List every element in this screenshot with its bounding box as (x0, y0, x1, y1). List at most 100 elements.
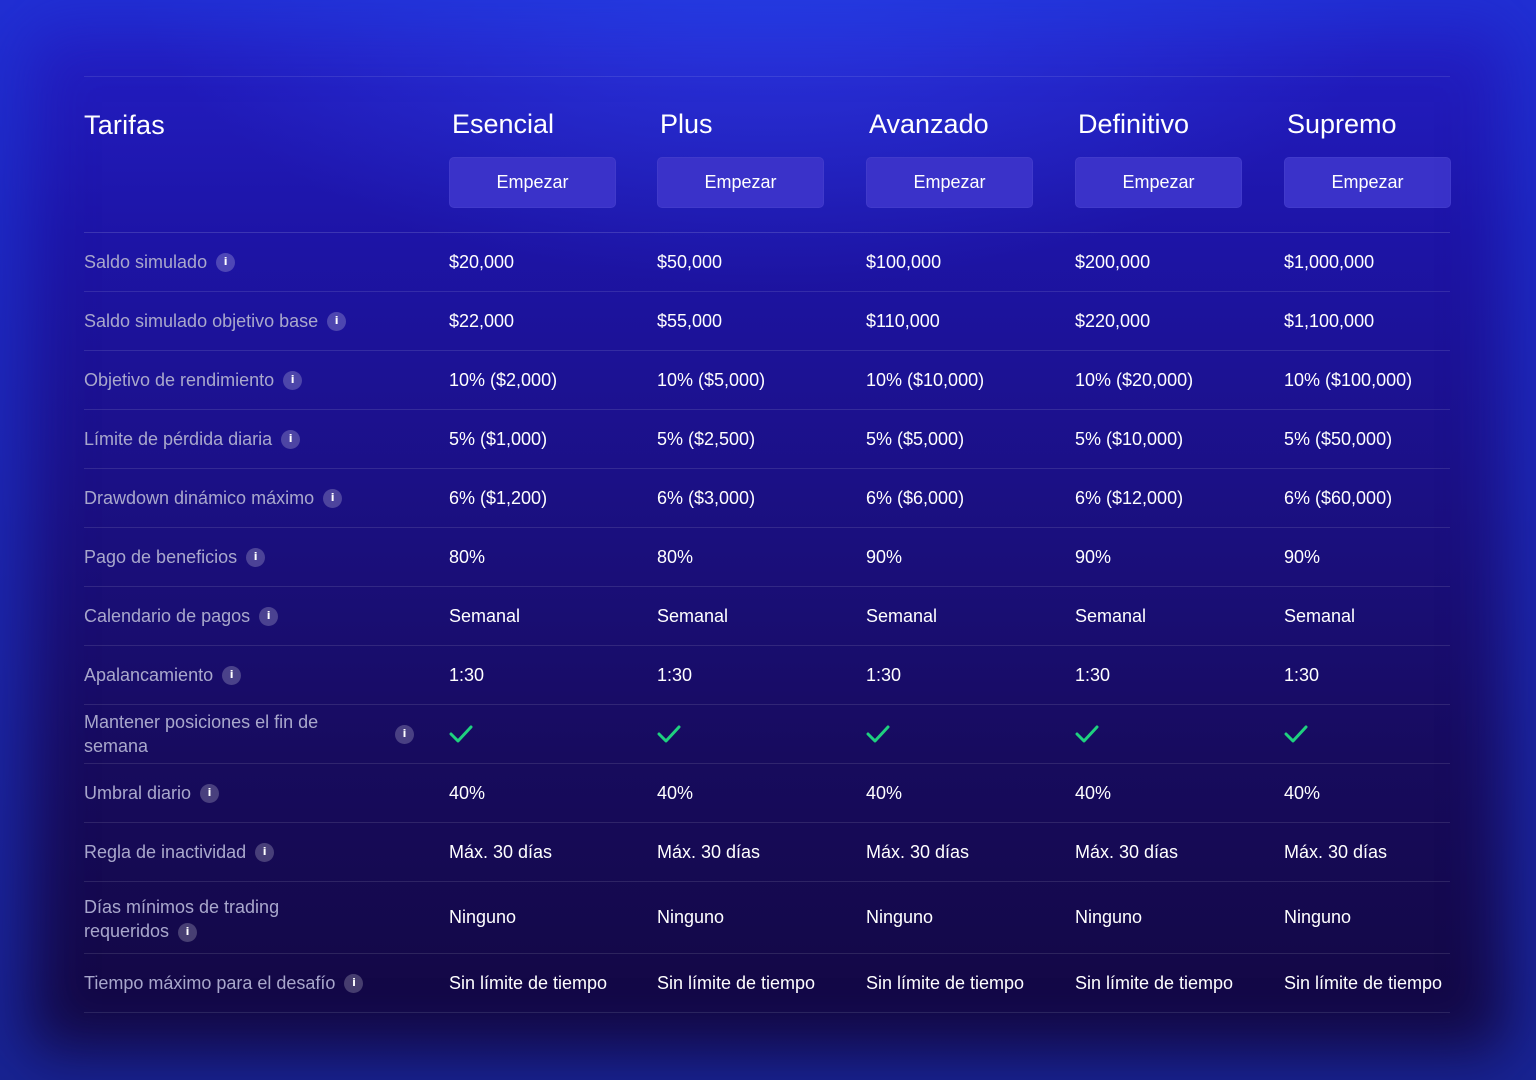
table-cell: 40% (866, 782, 903, 803)
row-label: Objetivo de rendimiento i (84, 351, 414, 409)
table-cell: 6% ($1,200) (449, 487, 548, 508)
table-cell: 80% (657, 546, 694, 567)
table-cell: $1,000,000 (1284, 251, 1375, 272)
check-icon (1075, 705, 1099, 763)
table-cell: Máx. 30 días (657, 841, 761, 862)
info-icon[interactable]: i (259, 606, 279, 626)
info-icon[interactable]: i (246, 547, 266, 567)
row-label: Regla de inactividad i (84, 823, 414, 881)
info-icon[interactable]: i (222, 665, 242, 685)
table-cell: 5% ($2,500) (657, 428, 756, 449)
table-row: Mantener posiciones el fin de semana i (84, 705, 1450, 764)
row-label: Mantener posiciones el fin de semana i (84, 705, 414, 763)
info-icon[interactable]: i (178, 922, 198, 942)
table-cell: $1,100,000 (1284, 310, 1375, 331)
table-row: Tiempo máximo para el desafío i Sin límite… (84, 954, 1450, 1013)
table-cell: 10% ($20,000) (1075, 369, 1194, 390)
table-cell: 10% ($2,000) (449, 369, 558, 390)
table-cell: 40% (1284, 782, 1321, 803)
page-title: Tarifas (84, 110, 165, 140)
row-label: Saldo simulado objetivo base i (84, 292, 414, 350)
info-icon[interactable]: i (255, 842, 275, 862)
table-cell: $20,000 (449, 251, 515, 272)
info-icon[interactable]: i (200, 783, 220, 803)
table-row: Límite de pérdida diaria i 5% ($1,000) 5% (… (84, 410, 1450, 469)
pricing-comparison-table: Tarifas Esencial Empezar Plus Empezar Avanza… (84, 76, 1451, 1013)
start-button[interactable]: Empezar (1284, 157, 1451, 208)
table-row: Días mínimos de trading requeridos i Ningu… (84, 882, 1450, 954)
table-cell: 5% ($1,000) (449, 428, 548, 449)
info-icon[interactable]: i (344, 973, 364, 993)
table-cell: $200,000 (1075, 251, 1151, 272)
row-label-text: Drawdown dinámico máximo (84, 488, 315, 508)
table-cell: Ninguno (449, 907, 517, 927)
table-cell: 5% ($5,000) (866, 428, 965, 449)
table-row: Saldo simulado i $20,000 $50,000 $100,000 $20… (84, 233, 1450, 292)
row-label-text: Saldo simulado (84, 252, 208, 272)
row-label: Apalancamiento i (84, 646, 414, 704)
table-cell: Ninguno (1284, 907, 1352, 927)
info-icon[interactable]: i (216, 252, 236, 272)
pricing-page: Tarifas Esencial Empezar Plus Empezar Avanza… (0, 0, 1536, 1080)
table-cell: Máx. 30 días (449, 841, 553, 862)
row-label-text: Apalancamiento (84, 665, 214, 685)
table-cell: 10% ($100,000) (1284, 369, 1413, 390)
table-cell: 90% (866, 546, 903, 567)
row-label-text: Calendario de pagos (84, 606, 251, 626)
table-cell: 5% ($10,000) (1075, 428, 1184, 449)
table-cell: Máx. 30 días (866, 841, 970, 862)
table-cell: $220,000 (1075, 310, 1151, 331)
row-label-text: Pago de beneficios (84, 547, 238, 567)
row-label-text: Saldo simulado objetivo base (84, 311, 319, 331)
table-cell: Semanal (866, 605, 938, 626)
table-cell: Ninguno (866, 907, 934, 927)
start-button[interactable]: Empezar (1075, 157, 1242, 208)
table-cell: $22,000 (449, 310, 515, 331)
table-row: Drawdown dinámico máximo i 6% ($1,200) 6% (… (84, 469, 1450, 528)
table-cell: 1:30 (1075, 664, 1111, 685)
info-icon[interactable]: i (283, 370, 303, 390)
table-cell: Semanal (1075, 605, 1147, 626)
table-row: Regla de inactividad i Máx. 30 días Máx. 30… (84, 823, 1450, 882)
start-button[interactable]: Empezar (657, 157, 824, 208)
start-button[interactable]: Empezar (449, 157, 616, 208)
row-label-text: Mantener posiciones el fin de semana (84, 712, 319, 756)
info-icon[interactable]: i (281, 429, 301, 449)
table-cell: 6% ($60,000) (1284, 487, 1393, 508)
plan-name: Plus (660, 109, 713, 139)
plan-name: Definitivo (1078, 109, 1190, 139)
table-row: Pago de beneficios i 80% 80% 90% 90% 90% (84, 528, 1450, 587)
info-icon[interactable]: i (327, 311, 347, 331)
row-label: Saldo simulado i (84, 233, 414, 291)
table-cell: 40% (657, 782, 694, 803)
table-cell: 1:30 (866, 664, 902, 685)
table-cell: Ninguno (657, 907, 725, 927)
table-cell: Semanal (657, 605, 729, 626)
table-cell: Máx. 30 días (1075, 841, 1179, 862)
table-cell: Ninguno (1075, 907, 1143, 927)
info-icon[interactable]: i (323, 488, 343, 508)
check-icon (449, 705, 473, 763)
table-cell: Sin límite de tiempo (866, 972, 1025, 993)
row-label-text: Umbral diario (84, 783, 192, 803)
check-icon (866, 705, 890, 763)
table-cell: 6% ($12,000) (1075, 487, 1184, 508)
row-label: Pago de beneficios i (84, 528, 414, 586)
table-cell: 5% ($50,000) (1284, 428, 1393, 449)
row-label-text: Regla de inactividad (84, 842, 247, 862)
table-row: Objetivo de rendimiento i 10% ($2,000) 10% … (84, 351, 1450, 410)
table-cell: 40% (449, 782, 486, 803)
table-cell: 1:30 (1284, 664, 1320, 685)
table-cell: 6% ($3,000) (657, 487, 756, 508)
table-cell: $110,000 (866, 310, 940, 331)
table-cell: 80% (449, 546, 486, 567)
table-cell: Sin límite de tiempo (1075, 972, 1234, 993)
table-cell: $50,000 (657, 251, 723, 272)
check-icon (657, 705, 681, 763)
table-cell: $100,000 (866, 251, 942, 272)
plan-name: Avanzado (869, 109, 989, 139)
info-icon[interactable]: i (395, 724, 414, 744)
table-cell: 1:30 (657, 664, 693, 685)
start-button[interactable]: Empezar (866, 157, 1033, 208)
plan-name: Supremo (1287, 109, 1397, 139)
